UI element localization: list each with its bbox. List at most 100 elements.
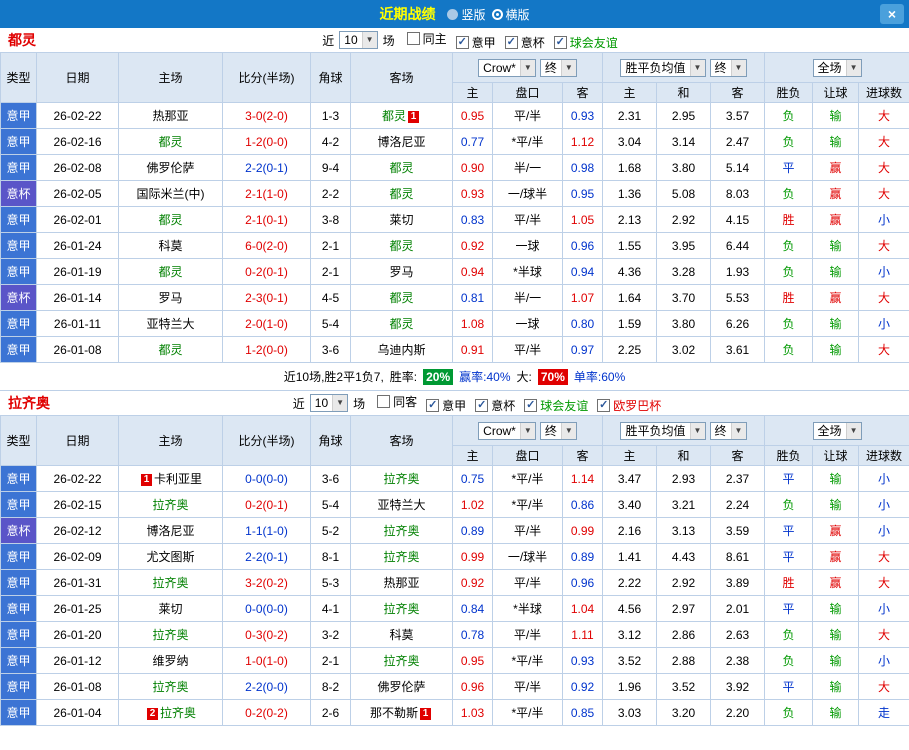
result-handicap-cell: 输 (812, 491, 860, 518)
handicap-line-cell: 平/半 (492, 673, 563, 700)
europe-draw-odds-cell: 3.95 (656, 232, 711, 259)
radio-horizontal-icon[interactable] (491, 8, 503, 20)
result-goals-cell: 大 (858, 543, 909, 570)
column-subheader: 客 (709, 445, 766, 466)
result-handicap-cell: 输 (812, 465, 860, 492)
close-button[interactable]: × (880, 4, 904, 24)
match-count-select[interactable]: 10 ▼ (339, 31, 378, 49)
league-type-cell: 意甲 (0, 258, 37, 285)
team-name-text: 维罗纳 (152, 654, 189, 668)
filter-option[interactable]: ✓ 意甲 (455, 34, 496, 51)
handicap-line-cell: 一/球半 (492, 543, 563, 570)
filter-option[interactable]: ✓ 意杯 (504, 34, 545, 51)
checkbox-checked-icon[interactable]: ✓ (475, 398, 489, 412)
asia-away-odds-cell: 0.98 (562, 154, 603, 181)
filter-option[interactable]: ✓ 球会友谊 (553, 34, 618, 51)
summary-part: 70% (537, 368, 568, 385)
league-type-cell: 意甲 (0, 699, 37, 726)
bookmaker-select[interactable]: Crow* ▼ (478, 58, 536, 77)
league-type-cell: 意甲 (0, 673, 37, 700)
match-row: 意杯 26-02-12 博洛尼亚 1-1(1-0) 5-2 拉齐奥 0.89 平/半 0.99 2… (0, 517, 909, 544)
filter-option[interactable]: ✓ 欧罗巴杯 (597, 397, 661, 414)
score-cell: 2-1(0-1) (222, 206, 311, 233)
result-handicap-cell: 赢 (812, 517, 860, 544)
filter-option[interactable]: ✓ 意甲 (426, 397, 466, 414)
league-type-cell: 意甲 (0, 310, 37, 337)
asia-final-select-value: 终 (544, 61, 557, 75)
result-goals-cell: 大 (858, 232, 909, 259)
asia-home-odds-cell: 0.99 (452, 543, 493, 570)
date-cell: 26-01-08 (36, 336, 119, 363)
result-goals-cell: 大 (858, 128, 909, 155)
checkbox-unchecked-icon[interactable] (377, 394, 391, 408)
column-header: 主场 (118, 52, 223, 103)
asia-away-odds-cell: 0.93 (562, 647, 603, 674)
asia-away-odds-cell: 0.96 (562, 232, 603, 259)
team-name-text: 拉齐奥 (152, 498, 189, 512)
away-team-cell: 都灵 (350, 310, 453, 337)
radio-horizontal-label[interactable]: 横版 (506, 6, 530, 23)
team-name-text: 都灵 (158, 135, 183, 149)
filter-option[interactable]: 同客 (377, 393, 417, 410)
asia-away-odds-cell: 0.80 (562, 310, 603, 337)
europe-away-odds-cell: 8.61 (709, 543, 766, 570)
match-row: 意甲 26-01-08 都灵 1-2(0-0) 3-6 乌迪内斯 0.91 平/半 0.97 2.… (0, 336, 909, 363)
column-subheader: 进球数 (858, 82, 909, 103)
europe-away-odds-cell: 8.03 (709, 180, 766, 207)
bookmaker-select[interactable]: Crow* ▼ (478, 421, 536, 440)
radio-vertical-icon[interactable] (447, 8, 459, 20)
europe-home-odds-cell: 3.04 (602, 128, 657, 155)
score-cell: 1-0(1-0) (222, 647, 311, 674)
asia-away-odds-cell: 0.92 (562, 673, 603, 700)
europe-home-odds-cell: 1.41 (602, 543, 657, 570)
result-wdl-cell: 负 (764, 491, 814, 518)
checkbox-checked-icon[interactable]: ✓ (524, 398, 538, 412)
europe-avg-select[interactable]: 胜平负均值 ▼ (620, 58, 706, 77)
europe-avg-select-value: 胜平负均值 (625, 424, 686, 438)
corner-cell: 3-6 (310, 336, 351, 363)
corner-cell: 9-4 (310, 154, 351, 181)
scope-select-value: 全场 (817, 424, 842, 438)
match-row: 意杯 26-01-14 罗马 2-3(0-1) 4-5 都灵 0.81 半/一 1.07 1.64… (0, 284, 909, 311)
filter-option[interactable]: 同主 (406, 30, 447, 47)
away-team-cell: 科莫 (350, 621, 453, 648)
asia-final-select[interactable]: 终 ▼ (539, 58, 577, 77)
matches-table: 类型 日期 主场 比分(半场) 角球 客场 Crow* ▼ 终 ▼ 胜平负均值 ▼ 终 ▼ 全场 ▼ 主盘口客主… (0, 415, 909, 726)
asia-home-odds-cell: 0.84 (452, 595, 493, 622)
column-header: 类型 (0, 415, 37, 466)
column-header: 客场 (350, 52, 453, 103)
team-name: 都灵 (8, 32, 36, 48)
asia-home-odds-cell: 0.78 (452, 621, 493, 648)
checkbox-checked-icon[interactable]: ✓ (504, 35, 518, 49)
asia-final-select[interactable]: 终 ▼ (539, 421, 577, 440)
checkbox-checked-icon[interactable]: ✓ (553, 35, 567, 49)
games-label: 场 (353, 396, 366, 411)
home-team-cell: 1 卡利亚里 (118, 465, 223, 492)
checkbox-checked-icon[interactable]: ✓ (455, 35, 469, 49)
match-count-select[interactable]: 10 ▼ (309, 394, 349, 412)
checkbox-checked-icon[interactable]: ✓ (597, 398, 611, 412)
checkbox-unchecked-icon[interactable] (406, 31, 420, 45)
europe-final-select[interactable]: 终 ▼ (709, 58, 747, 77)
corner-cell: 4-5 (310, 284, 351, 311)
europe-final-select[interactable]: 终 ▼ (709, 421, 747, 440)
corner-cell: 2-1 (310, 647, 351, 674)
column-subheader: 客 (562, 445, 603, 466)
filter-option[interactable]: ✓ 意杯 (475, 397, 515, 414)
asia-home-odds-cell: 1.08 (452, 310, 493, 337)
result-goals-cell: 小 (858, 465, 909, 492)
away-team-cell: 拉齐奥 (350, 517, 453, 544)
scope-select[interactable]: 全场 ▼ (812, 58, 862, 77)
checkbox-checked-icon[interactable]: ✓ (426, 398, 440, 412)
radio-vertical-label[interactable]: 竖版 (461, 6, 485, 23)
filter-option[interactable]: ✓ 球会友谊 (524, 397, 588, 414)
europe-away-odds-cell: 1.93 (709, 258, 766, 285)
summary-part: 大: (516, 370, 532, 384)
asia-home-odds-cell: 0.83 (452, 206, 493, 233)
europe-avg-select[interactable]: 胜平负均值 ▼ (620, 421, 706, 440)
europe-draw-odds-cell: 5.08 (656, 180, 711, 207)
team-name-text: 都灵 (389, 187, 414, 201)
europe-home-odds-cell: 3.40 (602, 491, 657, 518)
scope-select[interactable]: 全场 ▼ (812, 421, 862, 440)
team-name-text: 热那亚 (383, 576, 420, 590)
